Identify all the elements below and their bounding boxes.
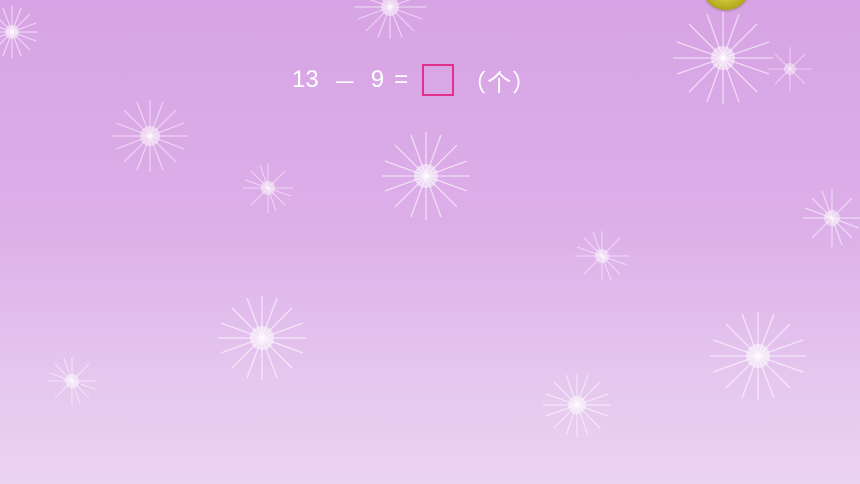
sparkle-icon xyxy=(350,0,430,42)
left-operand: 13 xyxy=(292,66,319,93)
sparkle-icon xyxy=(668,8,778,108)
unit-label: （个） xyxy=(462,69,538,97)
minus-sign: － xyxy=(332,69,357,97)
subtraction-equation: 13 － 9 = （个） xyxy=(292,62,537,98)
equals-sign: = xyxy=(394,66,409,93)
sparkle-icon xyxy=(540,370,614,440)
sparkle-icon xyxy=(240,160,296,216)
sparkle-icon xyxy=(108,96,192,176)
slide-canvas: 13 － 9 = （个） xyxy=(0,0,860,484)
sparkle-icon xyxy=(44,354,100,408)
sparkle-icon xyxy=(378,128,474,224)
answer-box[interactable] xyxy=(422,64,455,96)
sparkle-icon xyxy=(706,308,810,404)
right-operand: 9 xyxy=(370,66,385,93)
corner-ball-icon xyxy=(702,0,750,10)
sparkle-icon xyxy=(0,2,42,62)
sparkle-icon xyxy=(800,186,860,250)
sparkle-icon xyxy=(214,292,310,384)
sparkle-icon xyxy=(572,228,632,284)
sparkle-icon xyxy=(765,44,815,94)
